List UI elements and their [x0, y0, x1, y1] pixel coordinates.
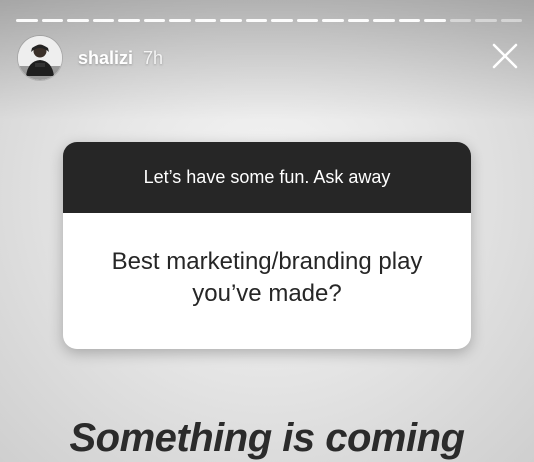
question-sticker-body: Best marketing/branding play you’ve made…: [63, 213, 471, 349]
progress-segment: [41, 19, 63, 22]
progress-segment: [220, 19, 242, 22]
story-progress-bar: [16, 19, 522, 22]
progress-segment: [475, 19, 497, 22]
progress-segment: [143, 19, 165, 22]
progress-segment: [424, 19, 446, 22]
progress-segment: [194, 19, 216, 22]
progress-segment: [271, 19, 293, 22]
progress-segment: [322, 19, 344, 22]
progress-segment: [16, 19, 38, 22]
progress-segment: [67, 19, 89, 22]
close-icon[interactable]: [490, 41, 520, 71]
progress-segment: [347, 19, 369, 22]
progress-segment: [398, 19, 420, 22]
story-header: shalizi 7h: [18, 35, 163, 81]
progress-segment: [118, 19, 140, 22]
question-sticker[interactable]: Let’s have some fun. Ask away Best marke…: [63, 142, 471, 349]
progress-segment: [449, 19, 471, 22]
question-prompt: Let’s have some fun. Ask away: [143, 167, 391, 187]
username[interactable]: shalizi: [78, 48, 133, 69]
progress-segment: [245, 19, 267, 22]
question-sticker-header: Let’s have some fun. Ask away: [63, 142, 471, 213]
progress-segment: [296, 19, 318, 22]
question-text: Best marketing/branding play you’ve made…: [111, 248, 423, 307]
story-caption: Something is coming: [69, 416, 465, 460]
avatar[interactable]: [18, 36, 62, 80]
avatar-person-icon: [18, 36, 62, 80]
progress-segment: [169, 19, 191, 22]
timestamp: 7h: [143, 47, 164, 68]
progress-segment: [373, 19, 395, 22]
progress-segment: [500, 19, 522, 22]
progress-segment: [92, 19, 114, 22]
